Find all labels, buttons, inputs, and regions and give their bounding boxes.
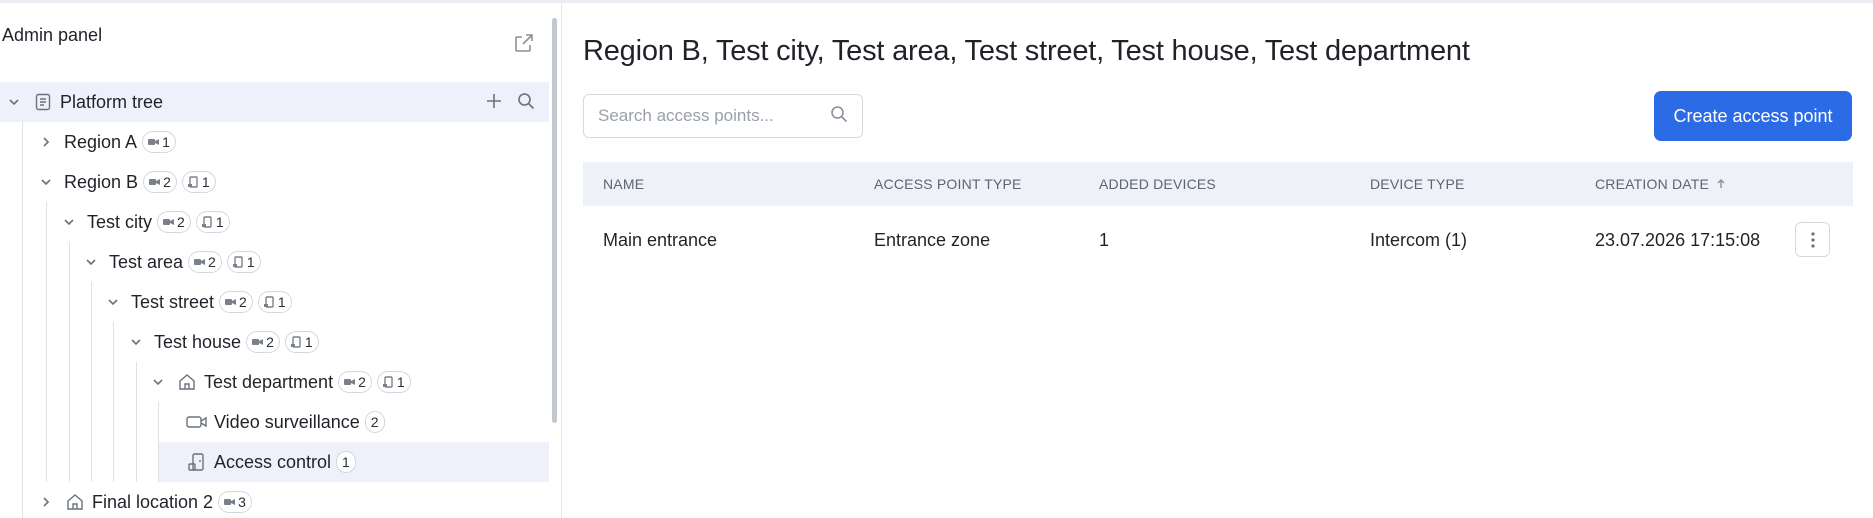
cell-devices: 1 xyxy=(1099,229,1110,250)
add-icon[interactable] xyxy=(485,92,503,115)
chevron-right-icon[interactable] xyxy=(36,492,56,512)
column-header-label: CREATION DATE xyxy=(1595,176,1710,192)
camera-count-badge: 2 xyxy=(338,371,372,393)
column-header-name[interactable]: NAME xyxy=(603,176,644,192)
tree-item-label: Test street xyxy=(131,291,215,312)
tree-item-video-surveillance[interactable]: Video surveillance 2 xyxy=(186,402,385,442)
sidebar-scrollbar[interactable] xyxy=(552,18,557,423)
tree-guide xyxy=(136,362,137,482)
row-menu-button[interactable] xyxy=(1795,222,1830,257)
tree-item-test-department[interactable]: Test department 2 1 xyxy=(148,362,411,402)
access-points-table: NAME ACCESS POINT TYPE ADDED DEVICES DEV… xyxy=(583,162,1853,274)
search-icon[interactable] xyxy=(830,105,848,128)
document-icon xyxy=(32,91,54,113)
tree-item-label: Video surveillance xyxy=(214,411,360,432)
camera-count-badge: 2 xyxy=(157,211,191,233)
tree-item-label: Test area xyxy=(109,251,184,272)
column-header-type[interactable]: ACCESS POINT TYPE xyxy=(874,176,1022,192)
tree-item-test-house[interactable]: Test house 2 1 xyxy=(126,322,319,362)
tree-item-test-city[interactable]: Test city 2 1 xyxy=(59,202,230,242)
cell-created: 23.07.2026 17:15:08 xyxy=(1595,229,1761,250)
chevron-down-icon[interactable] xyxy=(59,212,79,232)
page-title: Region B, Test city, Test area, Test str… xyxy=(583,35,1470,67)
door-count-badge: 1 xyxy=(195,211,230,233)
door-count-badge: 1 xyxy=(376,371,411,393)
tree-header-row[interactable]: Platform tree xyxy=(0,82,549,122)
camera-count-badge: 1 xyxy=(142,131,176,153)
tree-item-region-a[interactable]: Region A 1 xyxy=(36,122,176,162)
sidebar-title: Admin panel xyxy=(2,25,103,45)
table-row[interactable]: Main entrance Entrance zone 1 Intercom (… xyxy=(583,206,1853,274)
access-control-icon xyxy=(186,451,208,473)
cell-name: Main entrance xyxy=(603,229,718,250)
main-content: Region B, Test city, Test area, Test str… xyxy=(563,3,1873,518)
camera-count-badge: 2 xyxy=(219,291,253,313)
tree-item-label: Access control xyxy=(214,451,332,472)
tree-item-access-control[interactable]: Access control 1 xyxy=(159,442,549,482)
column-header-creation-date[interactable]: CREATION DATE xyxy=(1595,176,1727,192)
chevron-down-icon[interactable] xyxy=(4,92,24,112)
chevron-right-icon[interactable] xyxy=(36,132,56,152)
count-badge: 2 xyxy=(364,411,385,433)
tree-guide xyxy=(113,322,114,482)
camera-count-badge: 2 xyxy=(188,251,222,273)
tree-item-test-area[interactable]: Test area 2 1 xyxy=(81,242,261,282)
tree-header-label: Platform tree xyxy=(60,91,164,112)
tree-guide xyxy=(22,122,23,518)
tree-item-label: Test city xyxy=(87,211,153,232)
tree-item-label: Final location 2 xyxy=(92,491,214,512)
chevron-down-icon[interactable] xyxy=(36,172,56,192)
search-icon[interactable] xyxy=(517,92,535,115)
camera-count-badge: 2 xyxy=(246,331,280,353)
chevron-down-icon[interactable] xyxy=(103,292,123,312)
door-count-badge: 1 xyxy=(284,331,319,353)
sidebar: Admin panel Platform tree Region A 1 Reg… xyxy=(0,3,562,518)
sort-ascending-icon xyxy=(1717,179,1725,188)
tree-item-test-street[interactable]: Test street 2 1 xyxy=(103,282,292,322)
door-count-badge: 1 xyxy=(257,291,292,313)
door-count-badge: 1 xyxy=(226,251,261,273)
create-access-point-button[interactable]: Create access point xyxy=(1654,91,1852,141)
search-input[interactable] xyxy=(598,106,830,126)
cell-device-type: Intercom (1) xyxy=(1370,229,1468,250)
count-badge: 1 xyxy=(336,451,356,473)
open-external-icon[interactable] xyxy=(512,31,536,55)
tree-item-label: Region A xyxy=(64,131,138,152)
tree-item-label: Region B xyxy=(64,171,139,192)
home-icon xyxy=(176,371,198,393)
more-vertical-icon xyxy=(1810,231,1815,248)
search-field[interactable] xyxy=(583,94,863,138)
column-header-device-type[interactable]: DEVICE TYPE xyxy=(1370,176,1465,192)
cell-type: Entrance zone xyxy=(874,229,991,250)
tree-item-label: Test house xyxy=(154,331,242,352)
home-icon xyxy=(64,491,86,513)
table-header: NAME ACCESS POINT TYPE ADDED DEVICES DEV… xyxy=(583,162,1853,206)
tree-item-label: Test department xyxy=(204,371,334,392)
camera-count-badge: 2 xyxy=(143,171,177,193)
tree-guide xyxy=(69,242,70,482)
chevron-down-icon[interactable] xyxy=(148,372,168,392)
door-count-badge: 1 xyxy=(181,171,216,193)
tree-guide xyxy=(46,202,47,482)
camera-count-badge: 3 xyxy=(218,491,252,513)
chevron-down-icon[interactable] xyxy=(126,332,146,352)
tree-item-region-b[interactable]: Region B 2 1 xyxy=(36,162,216,202)
tree-guide xyxy=(91,282,92,482)
tree-item-final-location-2[interactable]: Final location 2 3 xyxy=(36,482,252,518)
video-camera-icon xyxy=(186,411,208,433)
column-header-devices[interactable]: ADDED DEVICES xyxy=(1099,176,1216,192)
chevron-down-icon[interactable] xyxy=(81,252,101,272)
